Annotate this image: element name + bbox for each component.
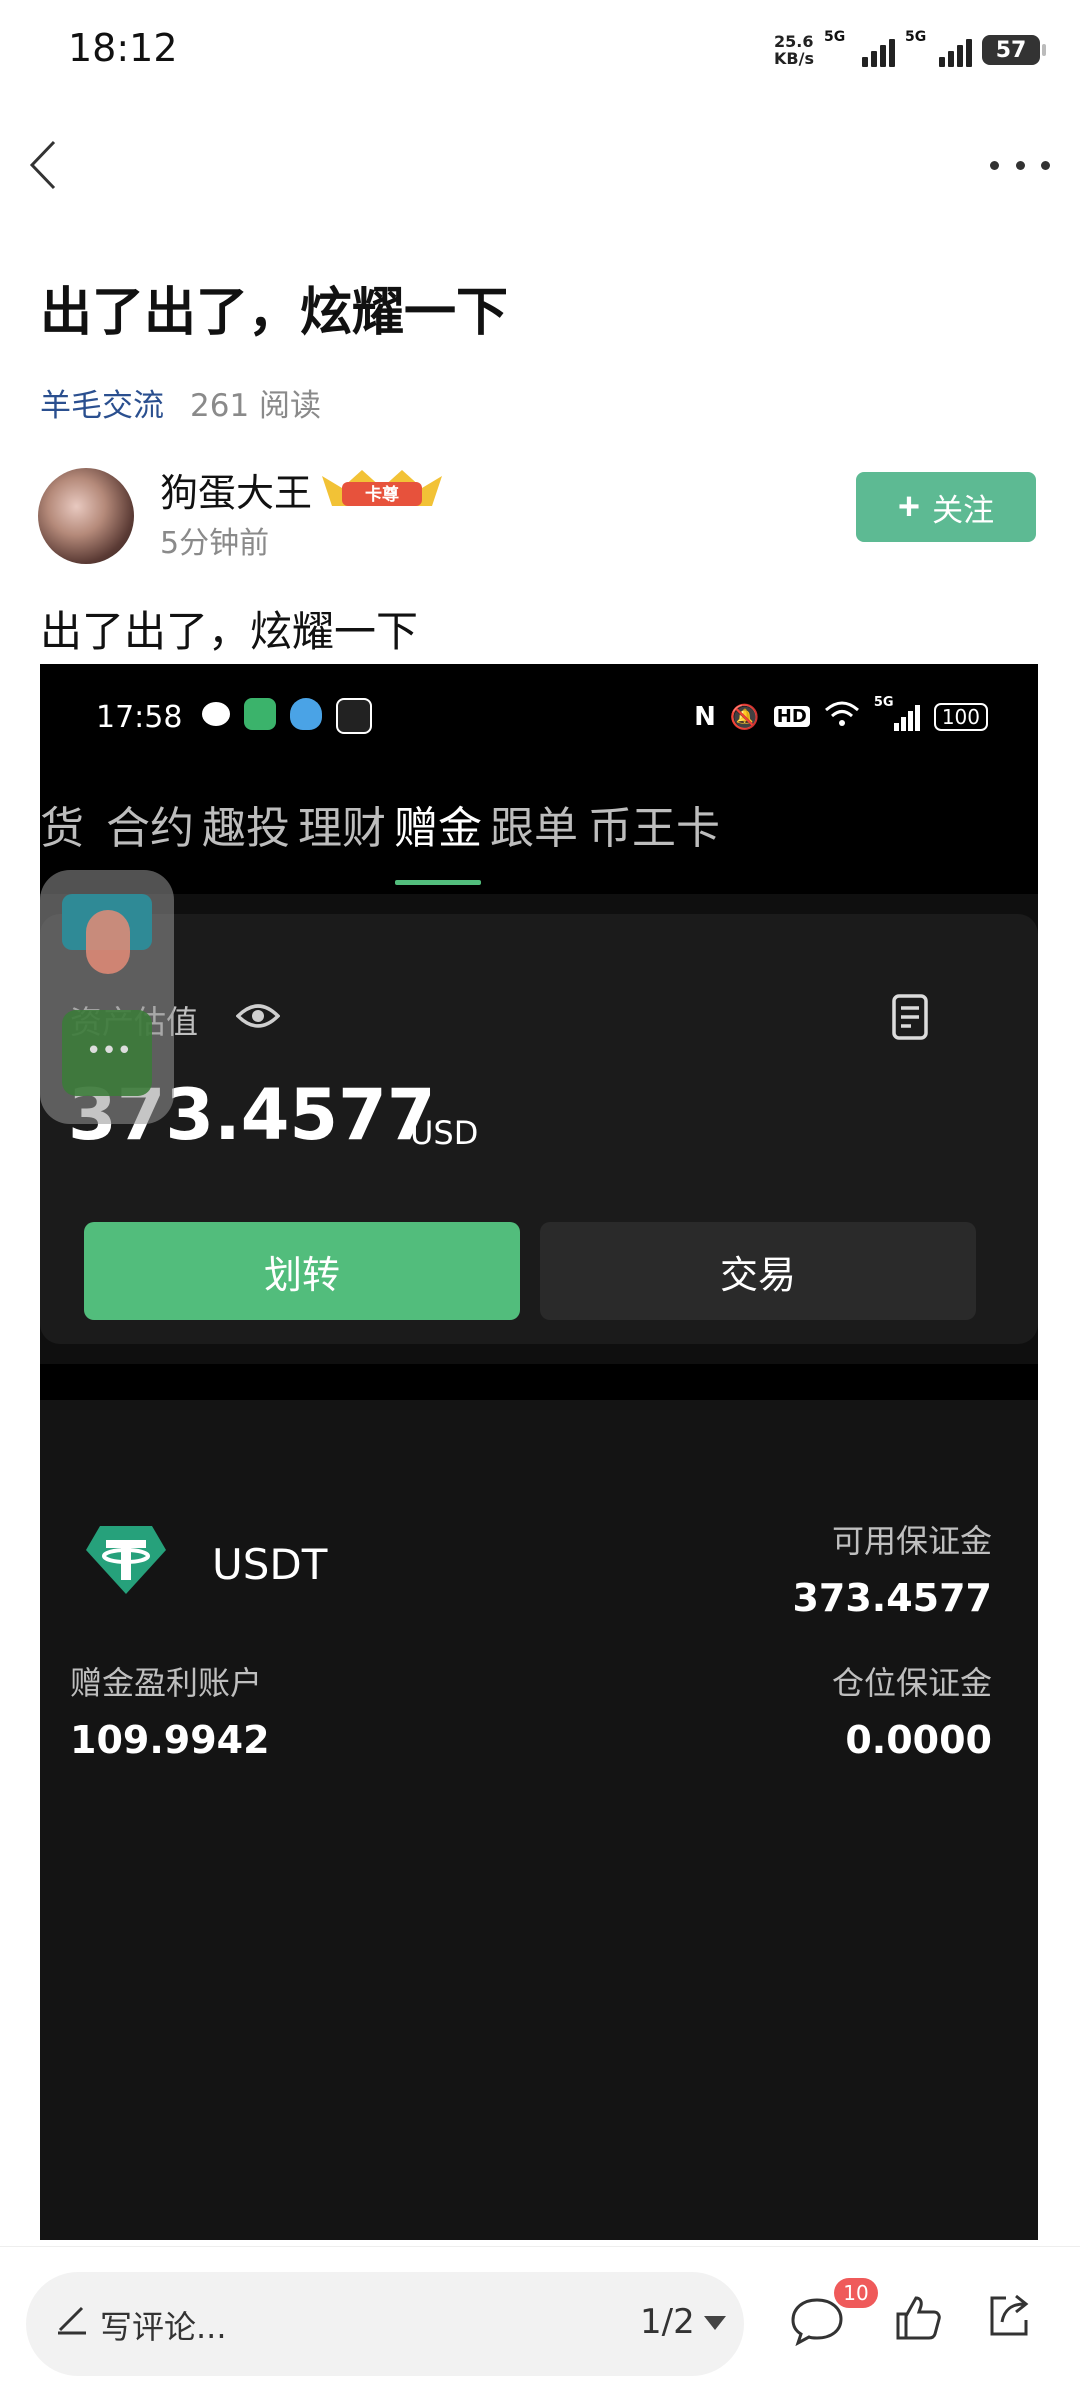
avatar[interactable] bbox=[38, 468, 134, 564]
status-time: 18:12 bbox=[68, 26, 178, 70]
hd-icon: HD bbox=[773, 706, 810, 727]
comment-icon[interactable] bbox=[790, 2296, 844, 2346]
svg-text:卡尊: 卡尊 bbox=[365, 484, 399, 505]
active-tab-underline bbox=[395, 880, 481, 885]
asset-unit: USD bbox=[410, 1114, 479, 1152]
signal-icon: 5G bbox=[905, 29, 972, 67]
tab-futures: 货 bbox=[40, 803, 84, 854]
wifi-icon bbox=[824, 700, 860, 733]
net-speed: 25.6 KB/s bbox=[774, 32, 814, 68]
signal-icon: 5G bbox=[874, 695, 920, 731]
app-icons bbox=[202, 698, 372, 734]
nfc-icon: N bbox=[694, 701, 716, 732]
dot bbox=[990, 160, 999, 170]
dot bbox=[1015, 160, 1025, 170]
dot bbox=[1041, 160, 1050, 170]
trade-button: 交易 bbox=[540, 1222, 976, 1320]
tether-icon bbox=[86, 1526, 166, 1594]
pen-icon bbox=[58, 2306, 86, 2335]
transfer-button: 划转 bbox=[84, 1222, 520, 1320]
more-options-button[interactable] bbox=[990, 140, 1050, 190]
caret-down-icon[interactable] bbox=[704, 2316, 726, 2330]
status-bar: 18:12 25.6 KB/s 5G 5G 57 bbox=[0, 0, 1080, 100]
available-margin-value: 373.4577 bbox=[792, 1576, 992, 1620]
share-icon[interactable] bbox=[984, 2290, 1034, 2340]
tab-contract: 合约 bbox=[106, 803, 194, 854]
image-status-bar: 17:58 N 🔕 HD 5G 100 bbox=[40, 664, 1038, 794]
post-title: 出了出了，炫耀一下 bbox=[40, 283, 509, 343]
shield-icon bbox=[244, 698, 276, 730]
bonus-profit-value: 109.9942 bbox=[70, 1718, 270, 1762]
finger-icon bbox=[86, 910, 130, 974]
image-status-icons: N 🔕 HD 5G 100 bbox=[694, 695, 988, 733]
bonus-profit-label: 赠金盈利账户 bbox=[70, 1664, 263, 1702]
position-margin-label: 仓位保证金 bbox=[831, 1664, 992, 1702]
status-icons: 25.6 KB/s 5G 5G 57 bbox=[774, 29, 1046, 70]
plus-icon: + bbox=[897, 486, 921, 528]
comment-count-badge: 10 bbox=[834, 2278, 878, 2308]
tab-copy-trade: 跟单 bbox=[490, 803, 578, 854]
author-name[interactable]: 狗蛋大王 bbox=[160, 462, 312, 517]
follow-button[interactable]: + 关注 bbox=[856, 472, 1036, 542]
battery-icon: 100 bbox=[933, 702, 988, 731]
position-margin-value: 0.0000 bbox=[845, 1718, 992, 1762]
record-icon bbox=[892, 994, 928, 1040]
signal-icon: 5G bbox=[824, 29, 895, 67]
thumbs-up-icon[interactable] bbox=[894, 2292, 942, 2342]
coin-name: USDT bbox=[212, 1540, 328, 1589]
tab-coin-king-card: 币王卡 bbox=[588, 803, 720, 854]
qq-icon bbox=[290, 698, 322, 730]
tab-fun-invest: 趣投 bbox=[202, 803, 290, 854]
read-count: 261 阅读 bbox=[190, 388, 322, 424]
post-meta: 羊毛交流 261 阅读 bbox=[40, 380, 321, 425]
category-link[interactable]: 羊毛交流 bbox=[40, 380, 164, 425]
tab-wealth: 理财 bbox=[298, 803, 386, 854]
tiktok-icon bbox=[336, 698, 372, 734]
wechat-icon bbox=[202, 702, 230, 726]
post-image[interactable]: 17:58 N 🔕 HD 5G 100 货 合约 趣投 理财 赠金 跟单 币王卡 bbox=[40, 664, 1038, 2240]
back-button[interactable] bbox=[20, 130, 80, 200]
post-time: 5分钟前 bbox=[160, 526, 270, 561]
chevron-left-icon bbox=[29, 140, 56, 190]
eye-icon bbox=[236, 1004, 280, 1028]
divider bbox=[40, 1364, 1038, 1400]
battery-icon: 57 bbox=[982, 35, 1046, 65]
vip-badge: 卡尊 bbox=[322, 470, 442, 506]
comment-placeholder: 写评论... bbox=[100, 2308, 227, 2346]
post-body: 出了出了，炫耀一下 bbox=[40, 607, 419, 656]
page-indicator[interactable]: 1/2 bbox=[640, 2302, 695, 2342]
available-margin-label: 可用保证金 bbox=[831, 1522, 992, 1560]
tab-bonus: 赠金 bbox=[394, 803, 482, 854]
more-dots-icon: ••• bbox=[86, 1036, 133, 1066]
mute-icon: 🔕 bbox=[729, 702, 760, 731]
